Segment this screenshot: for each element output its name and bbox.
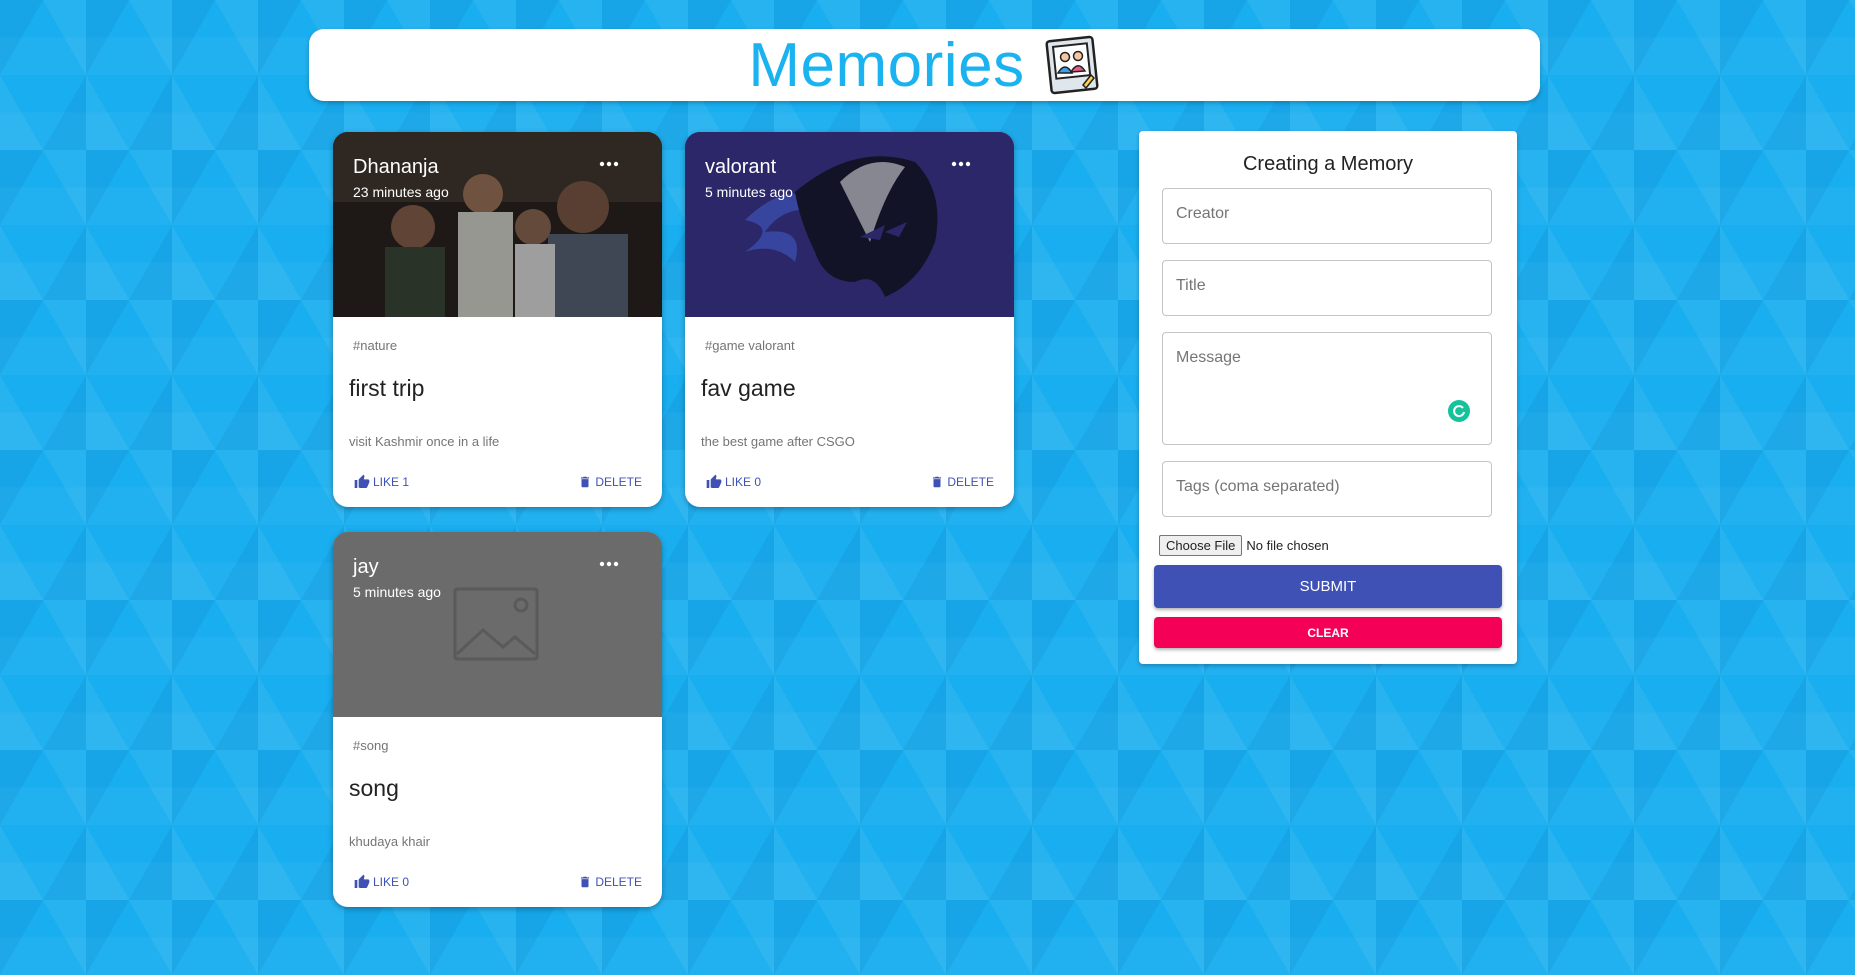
post-title: fav game bbox=[701, 375, 796, 401]
post-title: song bbox=[349, 775, 399, 801]
post-message: visit Kashmir once in a life bbox=[349, 434, 500, 449]
like-button[interactable]: LIKE 0 bbox=[705, 474, 761, 490]
photo-album-icon bbox=[1045, 35, 1099, 95]
post-card: jay 5 minutes ago #song song khudaya kha… bbox=[333, 532, 662, 907]
post-time: 23 minutes ago bbox=[353, 184, 449, 200]
post-creator: Dhananja bbox=[353, 156, 439, 178]
card-actions: LIKE 1 DELETE bbox=[333, 474, 662, 498]
delete-label: DELETE bbox=[947, 475, 994, 489]
post-creator: valorant bbox=[705, 156, 777, 178]
tags-placeholder: Tags (coma separated) bbox=[1176, 478, 1340, 495]
delete-label: DELETE bbox=[595, 475, 642, 489]
grammarly-icon[interactable] bbox=[1448, 400, 1470, 422]
more-horiz-icon[interactable] bbox=[598, 558, 620, 570]
file-input: Choose File No file chosen bbox=[1159, 535, 1329, 556]
title-placeholder: Title bbox=[1176, 277, 1206, 294]
tags-field[interactable]: Tags (coma separated) bbox=[1162, 461, 1492, 517]
like-button[interactable]: LIKE 0 bbox=[353, 874, 409, 890]
post-card: valorant 5 minutes ago #game valorant fa… bbox=[685, 132, 1014, 507]
creator-placeholder: Creator bbox=[1176, 205, 1230, 222]
thumb-up-icon bbox=[354, 474, 370, 488]
like-label: LIKE 1 bbox=[373, 475, 410, 489]
memory-form: Creating a Memory Creator Title Message … bbox=[1139, 131, 1517, 664]
post-title: first trip bbox=[349, 375, 425, 401]
like-label: LIKE 0 bbox=[373, 875, 410, 889]
delete-button[interactable]: DELETE bbox=[578, 874, 642, 890]
delete-button[interactable]: DELETE bbox=[578, 474, 642, 490]
delete-icon bbox=[933, 476, 942, 488]
submit-button[interactable]: SUBMIT bbox=[1154, 565, 1502, 608]
app-title: Memories bbox=[748, 30, 1025, 100]
delete-icon bbox=[581, 476, 590, 488]
card-actions: LIKE 0 DELETE bbox=[333, 874, 662, 898]
post-tags: #nature bbox=[353, 338, 398, 353]
thumb-up-icon bbox=[354, 874, 370, 888]
post-creator: jay bbox=[353, 556, 379, 578]
choose-file-button[interactable]: Choose File bbox=[1159, 535, 1243, 556]
post-card: Dhananja 23 minutes ago #nature first tr… bbox=[333, 132, 662, 507]
creator-field[interactable]: Creator bbox=[1162, 188, 1492, 244]
post-tags: #song bbox=[353, 738, 389, 753]
file-status: No file chosen bbox=[1246, 538, 1329, 553]
post-message: the best game after CSGO bbox=[701, 434, 855, 449]
post-tags: #game valorant bbox=[705, 338, 795, 353]
delete-icon bbox=[581, 876, 590, 888]
delete-label: DELETE bbox=[595, 875, 642, 889]
post-time: 5 minutes ago bbox=[705, 184, 793, 200]
post-media: valorant 5 minutes ago bbox=[685, 132, 1014, 317]
thumb-up-icon bbox=[706, 474, 722, 488]
post-media: jay 5 minutes ago bbox=[333, 532, 662, 717]
message-field[interactable]: Message bbox=[1162, 332, 1492, 445]
post-message: khudaya khair bbox=[349, 834, 430, 849]
more-horiz-icon[interactable] bbox=[598, 158, 620, 170]
card-actions: LIKE 0 DELETE bbox=[685, 474, 1014, 498]
message-placeholder: Message bbox=[1176, 349, 1241, 366]
delete-button[interactable]: DELETE bbox=[930, 474, 994, 490]
like-button[interactable]: LIKE 1 bbox=[353, 474, 409, 490]
title-field[interactable]: Title bbox=[1162, 260, 1492, 316]
clear-button[interactable]: CLEAR bbox=[1154, 617, 1502, 648]
post-media: Dhananja 23 minutes ago bbox=[333, 132, 662, 317]
post-time: 5 minutes ago bbox=[353, 584, 441, 600]
app-bar: Memories bbox=[309, 29, 1540, 101]
form-heading: Creating a Memory bbox=[1242, 153, 1414, 175]
more-horiz-icon[interactable] bbox=[950, 158, 972, 170]
like-label: LIKE 0 bbox=[725, 475, 762, 489]
